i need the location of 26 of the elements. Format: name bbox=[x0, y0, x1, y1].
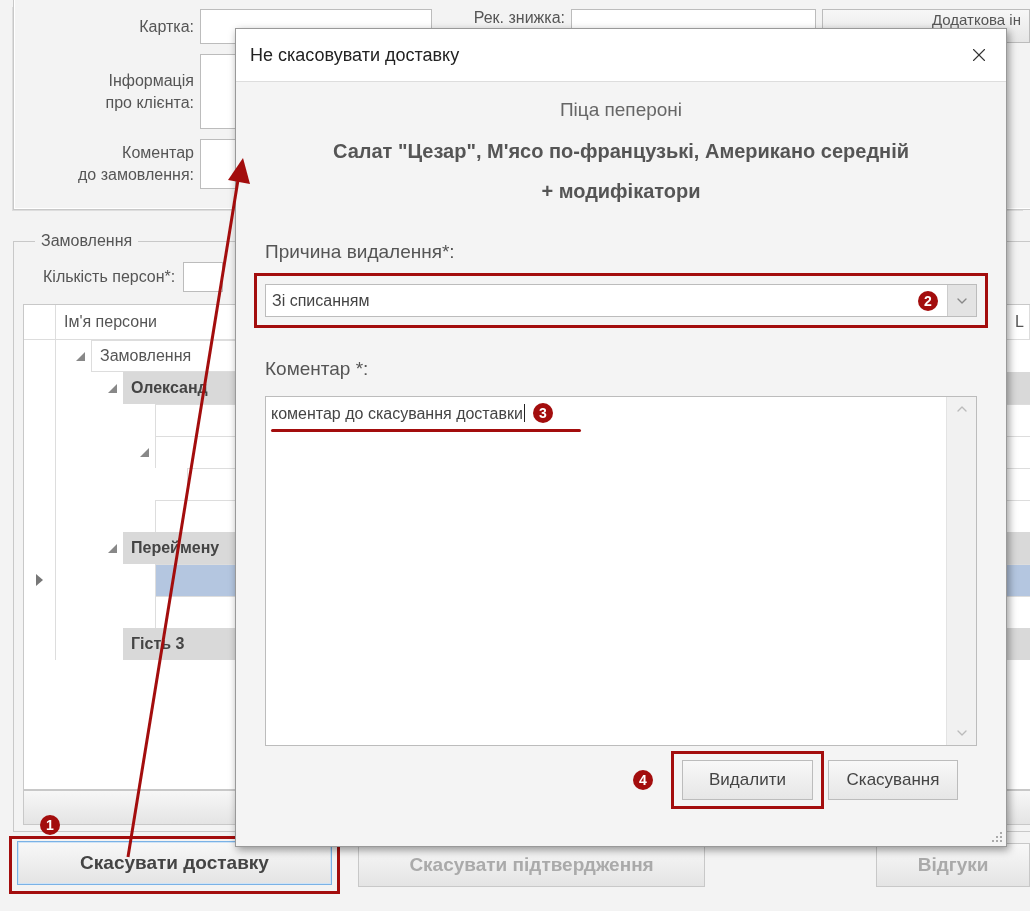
action-button[interactable]: Скасувати доставку bbox=[17, 841, 332, 885]
dialog-button[interactable]: Скасування bbox=[828, 760, 958, 800]
expand-triangle-icon[interactable] bbox=[139, 447, 149, 457]
expand-triangle-icon[interactable] bbox=[107, 543, 117, 553]
field-label: Коментар до замовлення: bbox=[77, 143, 194, 185]
expand-triangle-icon[interactable] bbox=[107, 383, 117, 393]
dish-list: Салат "Цезар", М'ясо по-французькі, Американо середній bbox=[326, 137, 916, 165]
persons-field[interactable] bbox=[183, 262, 224, 292]
field-label: Картка: bbox=[138, 16, 194, 37]
modifiers-text: + модифікатори bbox=[541, 179, 701, 204]
dialog-button[interactable]: Видалити bbox=[682, 760, 813, 800]
field-label: Рек. знижка: bbox=[472, 8, 565, 28]
reason-dropdown[interactable]: Зі списанням 2 bbox=[265, 284, 977, 317]
dialog-title: Не скасовувати доставку bbox=[250, 44, 460, 66]
step-badge: 3 bbox=[532, 403, 553, 423]
group-title: Замовлення bbox=[40, 232, 134, 250]
expand-triangle-icon[interactable] bbox=[75, 351, 85, 361]
step-badge: 2 bbox=[918, 291, 938, 311]
reason-label: Причина видалення*: bbox=[265, 241, 456, 263]
resize-grip-icon[interactable] bbox=[991, 831, 1003, 843]
field-label: Інформація про клієнта: bbox=[104, 70, 194, 113]
comment-label: Коментар *: bbox=[265, 358, 370, 380]
field-label: Кількість персон*: bbox=[43, 267, 176, 287]
dish-name: Піца пепероні bbox=[558, 99, 684, 121]
comment-text: коментар до скасування доставки bbox=[271, 403, 525, 423]
step-badge: 4 bbox=[633, 770, 653, 790]
